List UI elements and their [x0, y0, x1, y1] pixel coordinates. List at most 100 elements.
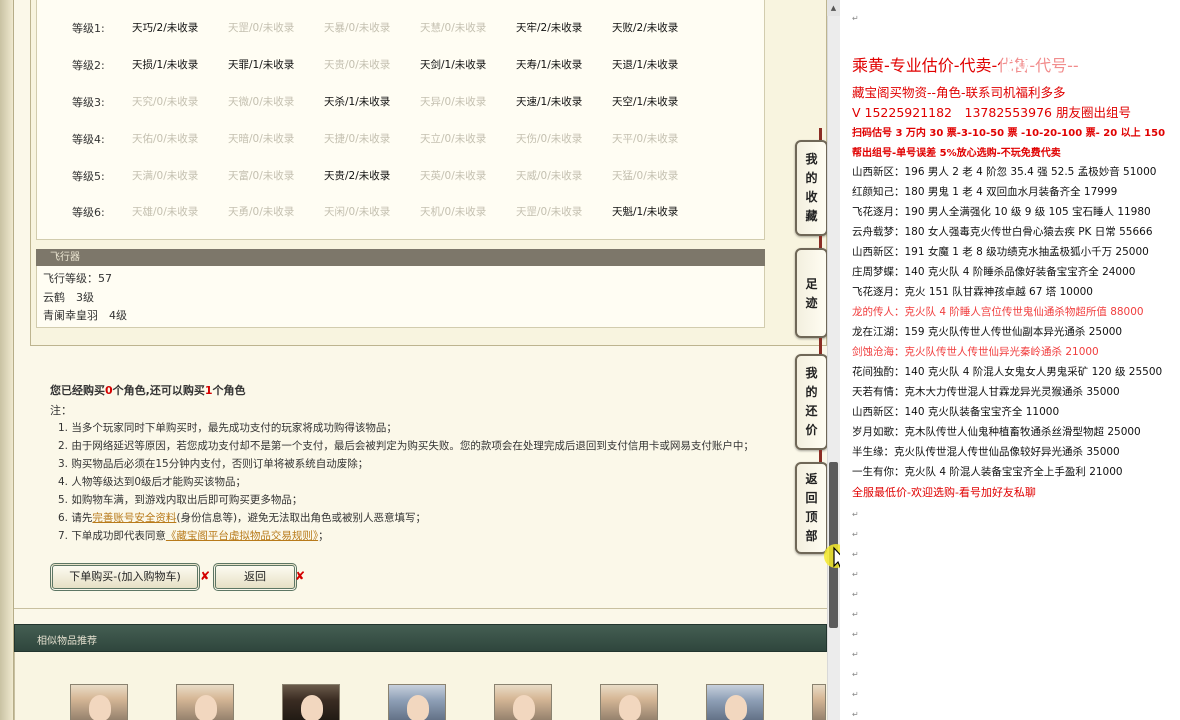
account-security-link[interactable]: 完善账号安全资料 — [92, 512, 176, 524]
similar-items-title: 相似物品推荐 — [37, 636, 97, 647]
counteroffer-char-3: 还 — [805, 404, 818, 418]
star-cell: 天雄/0/未收录 — [132, 206, 199, 218]
doc-line-price-rule: 扫码估号 3 万内 30 票-3-10-50 票 -10-20-100 票- 2… — [852, 128, 1166, 139]
star-cell: 天寿/1/未收录 — [516, 59, 583, 71]
grade-row: 等级2: 天损/1/未收录 天罪/1/未收录 天贵/0/未收录 天剑/1/未收录 天寿/1… — [37, 57, 766, 75]
paragraph-mark-icon: ↵ — [852, 570, 859, 579]
note-line-3: 3. 购买物品后必须在15分钟内支付，否则订单将被系统自动废除； — [58, 458, 369, 470]
star-cell: 天杀/1/未收录 — [324, 96, 391, 108]
doc-footer: 全服最低价-欢迎选购-看号加好友私聊 — [852, 486, 1036, 499]
footprint-tab[interactable]: 足迹 — [795, 248, 828, 338]
star-cell: 天巧/2/未收录 — [132, 22, 199, 34]
similar-item-avatar[interactable] — [812, 684, 826, 720]
star-cell: 天闲/0/未收录 — [324, 206, 391, 218]
listing-line: 花间独酌：140 克火队 4 阶混人女鬼女人男鬼采矿 120 级 25500 — [852, 366, 1163, 378]
star-cell: 天损/1/未收录 — [132, 59, 199, 71]
star-cell: 天暗/0/未收录 — [228, 133, 295, 145]
scroll-up-icon[interactable]: ▲ — [827, 0, 840, 16]
top-char-1: 返 — [805, 472, 818, 486]
counteroffer-char-2: 的 — [805, 385, 818, 399]
paragraph-mark-icon: ↵ — [852, 670, 859, 679]
doc-line-contact: 藏宝阁买物资--角色-联系司机福利多多 — [852, 85, 1066, 100]
side-nav-cord — [819, 236, 822, 248]
similar-item-avatar[interactable] — [388, 684, 446, 720]
paragraph-mark-icon: ↵ — [852, 510, 859, 519]
similar-item-avatar[interactable] — [706, 684, 764, 720]
page-left-border — [0, 0, 14, 720]
back-button[interactable]: 返回 — [213, 563, 297, 591]
doc-line-service: 帮出组号-单号误差 5%放心选购-不玩免费代卖 — [852, 148, 1061, 159]
doc-line-phone: V 15225921182 13782553976 朋友圈出组号 — [852, 105, 1131, 120]
grade-row: 等级6: 天雄/0/未收录 天勇/0/未收录 天闲/0/未收录 天机/0/未收录 天罡/0… — [37, 204, 766, 222]
star-cell: 天罡/0/未收录 — [228, 22, 295, 34]
side-nav-cord — [819, 338, 822, 354]
quota-bought-count: 0 — [105, 384, 113, 397]
top-char-3: 顶 — [805, 510, 818, 524]
grade-row: 等级1: 天巧/2/未收录 天罡/0/未收录 天暴/0/未收录 天慧/0/未收录 天牢/2… — [37, 20, 766, 38]
quota-prefix: 您已经购买 — [50, 384, 105, 397]
listing-line: 山西新区：196 男人 2 老 4 阶忽 35.4 强 52.5 孟极妙音 51… — [852, 166, 1157, 178]
star-cell: 天速/1/未收录 — [516, 96, 583, 108]
star-cell: 天败/2/未收录 — [612, 22, 679, 34]
listing-line: 庄周梦蝶：140 克火队 4 阶睡杀品像好装备宝宝齐全 24000 — [852, 266, 1136, 278]
similar-item-avatar[interactable] — [282, 684, 340, 720]
star-cell: 天牢/2/未收录 — [516, 22, 583, 34]
listing-line: 龙的传人：克火队 4 阶睡人宫位传世鬼仙通杀物超所值 88000 — [852, 306, 1144, 318]
note-line-4: 4. 人物等级达到0级后才能购买该物品； — [58, 476, 247, 488]
similar-item-avatar[interactable] — [70, 684, 128, 720]
similar-item-avatar[interactable] — [176, 684, 234, 720]
avatar-face-icon — [195, 695, 217, 720]
star-cell: 天暴/0/未收录 — [324, 22, 391, 34]
trade-rules-link[interactable]: 《藏宝阁平台虚拟物品交易规则》 — [166, 530, 318, 542]
star-cell: 天伤/0/未收录 — [516, 133, 583, 145]
paragraph-mark-icon: ↵ — [852, 710, 859, 719]
avatar-face-icon — [513, 695, 535, 720]
star-cell: 天机/0/未收录 — [420, 206, 487, 218]
purchase-quota-status: 您已经购买0个角色,还可以购买1个角色 — [50, 382, 246, 398]
quota-middle: 个角色,还可以购买 — [112, 384, 205, 397]
paragraph-mark-icon: ↵ — [852, 650, 859, 659]
listing-line: 天若有情：克木大力传世混人甘霖龙异光灵猴通杀 35000 — [852, 386, 1120, 398]
listing-line: 龙在江湖：159 克火队传世人传世仙副本异光通杀 25000 — [852, 326, 1123, 338]
flyer-mount-1: 云鹤 3级 — [43, 291, 94, 304]
back-button-mark-icon: ✘ — [295, 569, 306, 583]
star-collection-table: 等级1: 天巧/2/未收录 天罡/0/未收录 天暴/0/未收录 天慧/0/未收录 天牢/2… — [36, 0, 765, 240]
similar-item-avatar[interactable] — [494, 684, 552, 720]
note-6-text-a: 6. 请先 — [58, 512, 93, 524]
star-cell: 天贵/0/未收录 — [324, 59, 391, 71]
counteroffer-char-4: 价 — [805, 423, 818, 437]
listing-line: 岁月如歌：克木队传世人仙鬼种植畜牧通杀丝滑型物超 25000 — [852, 426, 1141, 438]
footprint-char-2: 迹 — [805, 296, 818, 310]
my-favorites-tab[interactable]: 我的收藏 — [795, 140, 828, 236]
buy-add-to-cart-button[interactable]: 下单购买-(加入购物车) — [50, 563, 200, 591]
my-counteroffer-tab[interactable]: 我的还价 — [795, 354, 828, 450]
similar-item-avatar[interactable] — [600, 684, 658, 720]
similar-items-header: 相似物品推荐 — [14, 624, 827, 652]
paragraph-mark-icon: ↵ — [852, 550, 859, 559]
star-cell: 天慧/0/未收录 — [420, 22, 487, 34]
star-cell: 天威/0/未收录 — [516, 170, 583, 182]
flyer-level: 飞行等级：57 — [43, 272, 112, 285]
notes-label: 注： — [50, 404, 72, 417]
star-cell: 天佑/0/未收录 — [132, 133, 199, 145]
side-nav-cord — [819, 450, 822, 462]
listing-line: 半生缘：克火队传世混人传世仙品像较好异光通杀 35000 — [852, 446, 1120, 458]
listing-line: 山西新区：191 女魔 1 老 8 级功绩克水抽孟极狐小千万 25000 — [852, 246, 1149, 258]
avatar-face-icon — [619, 695, 641, 720]
note-line-2: 2. 由于网络延迟等原因，若您成功支付却不是第一个支付，最后会被判定为购买失败。… — [58, 440, 754, 452]
paragraph-mark-icon: ↵ — [852, 590, 859, 599]
star-cell: 天退/1/未收录 — [612, 59, 679, 71]
star-cell: 天罡/0/未收录 — [516, 206, 583, 218]
listing-line: 飞花逐月：克火 151 队甘霖神孩卓越 67 塔 10000 — [852, 286, 1093, 298]
star-cell: 天满/0/未收录 — [132, 170, 199, 182]
grade-row: 等级3: 天究/0/未收录 天微/0/未收录 天杀/1/未收录 天异/0/未收录 天速/1… — [37, 94, 766, 112]
listing-line: 红颜知己：180 男鬼 1 老 4 双回血水月装备齐全 17999 — [852, 186, 1118, 198]
paragraph-mark-icon: ↵ — [852, 630, 859, 639]
top-char-2: 回 — [805, 491, 818, 505]
paragraph-mark-icon: ↵ — [852, 530, 859, 539]
listing-line: 云舟载梦：180 女人强毒克火传世白骨心猿去疾 PK 日常 55666 — [852, 226, 1153, 238]
avatar-face-icon — [725, 695, 747, 720]
star-cell: 天空/1/未收录 — [612, 96, 679, 108]
flyer-mount-2: 青阑幸皇羽 4级 — [43, 309, 127, 322]
star-cell: 天微/0/未收录 — [228, 96, 295, 108]
